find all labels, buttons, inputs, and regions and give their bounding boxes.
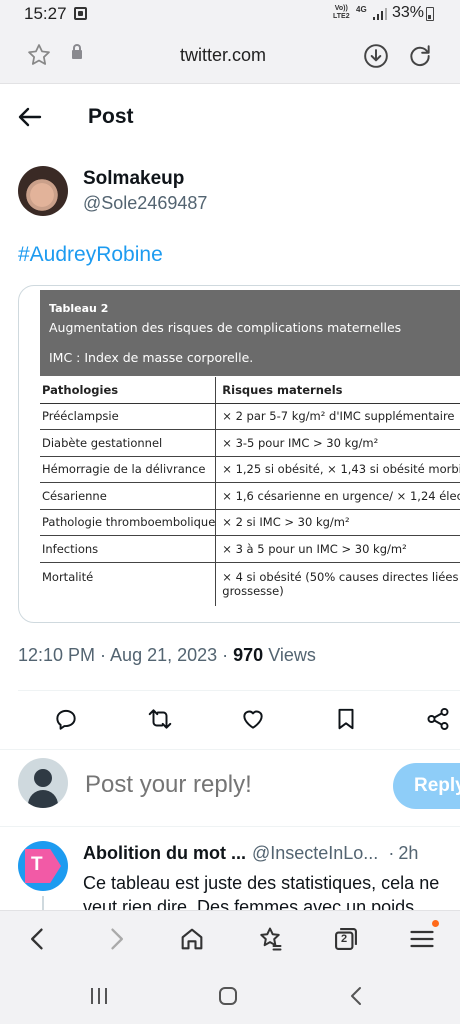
bookmark-icon[interactable]: [333, 706, 359, 732]
table-row: Diabète gestationnel × 3-5 pour IMC > 30…: [40, 429, 460, 457]
post-timestamp[interactable]: 12:10 PM · Aug 21, 2023 ·: [18, 645, 233, 665]
author-handle[interactable]: @Sole2469487: [83, 193, 207, 214]
reload-icon[interactable]: [407, 43, 433, 69]
table-label: Tableau 2: [49, 302, 109, 315]
table-note: IMC : Index de masse corporelle.: [49, 350, 254, 365]
avatar-letter: T: [31, 854, 43, 875]
share-icon[interactable]: [425, 706, 451, 732]
reply-author-name[interactable]: Abolition du mot ...: [83, 843, 246, 863]
reply-author-handle[interactable]: @InsecteInLo...: [252, 843, 378, 863]
home-button-icon[interactable]: [216, 984, 240, 1008]
table-cell: × 2 par 5-7 kg/m² d'IMC supplémentaire: [215, 403, 460, 430]
bookmarks-icon[interactable]: [256, 925, 284, 953]
menu-icon[interactable]: [408, 925, 436, 953]
browser-toolbar: twitter.com: [0, 28, 460, 84]
forward-icon[interactable]: [102, 925, 130, 953]
table-cell: Prééclampsie: [40, 403, 216, 430]
reply-tweet-header: Abolition du mot ... @InsecteInLo... · 2h: [83, 843, 418, 864]
notification-icon: [74, 7, 87, 20]
like-heart-icon[interactable]: [240, 706, 266, 732]
table-row: Pathologie thromboembolique × 2 si IMC >…: [40, 509, 460, 536]
post-actions: [0, 700, 460, 740]
table-cell: Pathologie thromboembolique: [40, 509, 216, 536]
post-media-image[interactable]: Tableau 2 Augmentation des risques de co…: [18, 285, 460, 623]
volte-indicator: Vo)) LTE2: [333, 5, 350, 20]
browser-bottom-nav: [0, 910, 460, 968]
table-header-row: Pathologies Risques maternels: [40, 377, 460, 404]
battery-icon: [426, 7, 434, 21]
system-nav-bar: [0, 968, 460, 1024]
table-row: Infections × 3 à 5 pour un IMC > 30 kg/m…: [40, 535, 460, 563]
back-icon[interactable]: [24, 925, 52, 953]
table-row: Césarienne × 1,6 césarienne en urgence/ …: [40, 482, 460, 510]
table-row: Hémorragie de la délivrance × 1,25 si ob…: [40, 456, 460, 483]
author-avatar[interactable]: [18, 166, 68, 216]
repost-icon[interactable]: [147, 706, 173, 732]
divider: [0, 826, 460, 827]
reply-icon[interactable]: [53, 706, 79, 732]
table-cell: Diabète gestationnel: [40, 429, 216, 457]
user-avatar: [18, 758, 68, 808]
table-cell: Césarienne: [40, 482, 216, 510]
separator-dot: ·: [388, 843, 395, 863]
table-cell: × 2 si IMC > 30 kg/m²: [215, 509, 460, 536]
menu-notification-dot: [432, 920, 439, 927]
table-cell: × 4 si obésité (50% causes directes liée…: [215, 562, 460, 606]
author-name[interactable]: Solmakeup: [83, 168, 184, 190]
table-row: Mortalité × 4 si obésité (50% causes dir…: [40, 562, 460, 606]
table-header-box: Tableau 2 Augmentation des risques de co…: [40, 290, 460, 376]
table-cell: Mortalité: [42, 569, 94, 584]
views-label: Views: [263, 645, 316, 665]
reply-button[interactable]: Reply: [393, 763, 460, 809]
download-icon[interactable]: [363, 43, 389, 69]
risk-table: Pathologies Risques maternels Prééclamps…: [40, 377, 460, 606]
signal-icon: [373, 8, 387, 20]
home-icon[interactable]: [178, 925, 206, 953]
views-count: 970: [233, 645, 264, 665]
system-back-icon[interactable]: [345, 984, 369, 1008]
table-cell: Hémorragie de la délivrance: [40, 456, 216, 483]
table-cell: × 1,6 césarienne en urgence/ × 1,24 élec…: [215, 482, 460, 510]
post-meta: 12:10 PM · Aug 21, 2023 · 970 Views: [18, 645, 316, 666]
recent-apps-icon[interactable]: [87, 984, 111, 1008]
page-title: Post: [88, 105, 134, 128]
column-header: Risques maternels: [215, 377, 460, 404]
post-header: Post: [0, 84, 460, 150]
network-type: 4G: [356, 5, 367, 14]
hashtag-link[interactable]: #AudreyRobine: [18, 243, 163, 267]
table-row: Prééclampsie × 2 par 5-7 kg/m² d'IMC sup…: [40, 403, 460, 430]
table-cell: × 3 à 5 pour un IMC > 30 kg/m²: [215, 535, 460, 563]
back-arrow-icon[interactable]: [18, 107, 42, 127]
tab-count: 2: [341, 933, 348, 945]
divider: [18, 690, 460, 691]
reply-author-avatar[interactable]: T: [18, 841, 68, 891]
column-header: Pathologies: [40, 377, 216, 404]
battery-percent: 33%: [392, 4, 425, 21]
reply-time[interactable]: 2h: [398, 843, 418, 863]
table-cell: × 3-5 pour IMC > 30 kg/m²: [215, 429, 460, 457]
table-caption: Augmentation des risques de complication…: [49, 320, 402, 335]
table-cell: Infections: [40, 535, 216, 563]
status-bar: 15:27 Vo)) LTE2 4G 33%: [0, 0, 460, 28]
reply-text-line: Ce tableau est juste des statistiques, c…: [83, 873, 440, 893]
status-time: 15:27: [24, 4, 67, 23]
divider: [0, 749, 460, 750]
reply-input[interactable]: [85, 771, 385, 799]
table-cell: × 1,25 si obésité, × 1,43 si obésité mor…: [215, 456, 460, 483]
